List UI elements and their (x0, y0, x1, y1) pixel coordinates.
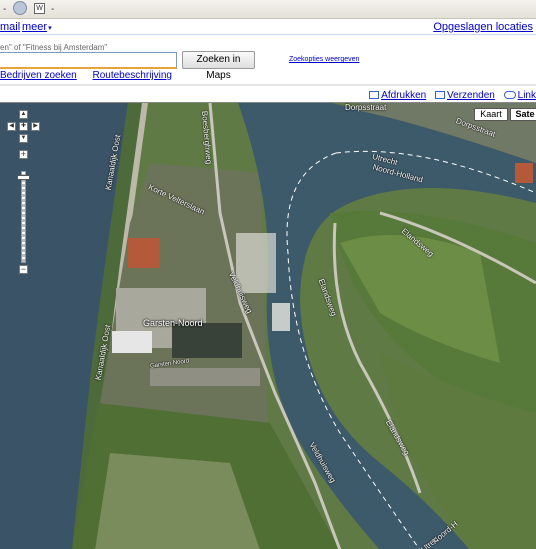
search-input[interactable] (0, 52, 177, 69)
envelope-icon (435, 91, 446, 99)
map-type-satellite-button[interactable]: Sate (510, 108, 536, 121)
zoom-slider-thumb[interactable] (17, 175, 30, 180)
word-icon[interactable]: W (34, 3, 45, 14)
pan-left-icon[interactable]: ◀ (7, 122, 16, 131)
zoom-slider-track[interactable] (21, 171, 26, 263)
send-action[interactable]: Verzenden (435, 90, 495, 101)
zoom-in-icon[interactable]: + (19, 150, 28, 159)
map-actions: Afdrukken Verzenden Link (363, 90, 536, 101)
top-links-bar: mail meer▾ Opgeslagen locaties (0, 19, 536, 35)
link-label: Link (517, 90, 536, 101)
satellite-imagery (0, 103, 536, 549)
header-divider (0, 84, 536, 86)
sub-links: Bedrijven zoeken Routebeschrijving (0, 70, 185, 81)
toolbar-dash[interactable]: - (51, 2, 54, 17)
pan-up-icon[interactable]: ▲ (19, 110, 28, 119)
map-type-map-button[interactable]: Kaart (474, 108, 508, 121)
street-label: Dorpsstraat (345, 103, 387, 112)
place-label: Garsten-Noord (143, 318, 203, 328)
send-label: Verzenden (447, 90, 495, 101)
zoom-out-icon[interactable]: − (19, 265, 28, 274)
print-label: Afdrukken (381, 90, 427, 101)
pan-center-icon[interactable]: ✚ (19, 122, 28, 131)
search-example-hint: en" of "Fitness bij Amsterdam" (0, 43, 108, 52)
print-action[interactable]: Afdrukken (369, 90, 426, 101)
browser-toolbar: - W - (0, 0, 536, 19)
pan-down-icon[interactable]: ▼ (19, 134, 28, 143)
pan-right-icon[interactable]: ▶ (31, 122, 40, 131)
toolbar-dash: - (3, 4, 7, 15)
search-maps-button[interactable]: Zoeken in Maps (182, 51, 255, 81)
chevron-down-icon: ▾ (48, 25, 52, 32)
satellite-map[interactable]: Kaart Sate ▲ ◀ ✚ ▶ ▼ + − Dorpsstraat Dor… (0, 102, 536, 549)
find-business-link[interactable]: Bedrijven zoeken (0, 70, 77, 81)
directions-link[interactable]: Routebeschrijving (93, 70, 173, 81)
search-options-link[interactable]: Zoekopties weergeven (289, 56, 359, 63)
link-action[interactable]: Link (503, 90, 536, 101)
saved-locations-link[interactable]: Opgeslagen locaties (433, 21, 533, 33)
printer-icon (369, 91, 380, 99)
mail-link[interactable]: mail (0, 21, 20, 33)
link-icon (503, 91, 516, 99)
more-link[interactable]: meer▾ (22, 21, 52, 33)
more-label: meer (22, 21, 48, 33)
messenger-icon[interactable] (13, 1, 27, 15)
